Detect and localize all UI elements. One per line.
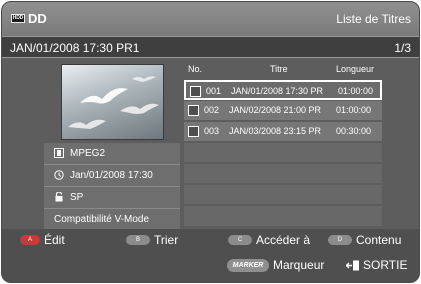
recording-date: Jan/01/2008 17:30 [70,170,153,181]
table-header: No. Titre Longueur [184,62,382,78]
title-bar: HDD DD Liste de Titres [2,2,419,36]
c-key[interactable]: C [228,235,252,245]
exit-icon[interactable] [346,260,360,271]
format-value: MPEG2 [70,148,106,159]
marker-key[interactable]: MARKER [227,259,269,272]
edit-label[interactable]: Édit [44,233,65,247]
hdd-icon: HDD [11,14,25,23]
row-title: JAN/01/2008 17:30 PR [231,86,324,96]
seagull-image [68,76,159,129]
current-datetime-program: JAN/01/2008 17:30 PR1 [10,41,140,55]
format-row: MPEG2 [44,143,180,165]
compat-mode: Compatibilité V-Mode [54,214,150,225]
b-key[interactable]: B [126,235,150,245]
clock-icon [54,170,64,180]
date-row: Jan/01/2008 17:30 [44,165,180,187]
row-title: JAN/02/2008 21:00 PR [229,105,322,115]
column-length: Longueur [336,64,375,74]
title-details-panel: MPEG2 Jan/01/2008 17:30 SP Compatibilité… [44,58,180,231]
row-checkbox[interactable] [188,126,199,137]
title-thumbnail [61,64,164,140]
help-bar: A Édit B Trier C Accéder à D Contenu MAR… [2,229,419,282]
row-length: 00:30:00 [336,126,372,136]
lock-icon [55,192,63,202]
title-list-screen: HDD DD Liste de Titres JAN/01/2008 17:30… [1,1,420,283]
column-no: No. [188,64,203,74]
row-number: 002 [204,105,220,115]
compat-row: Compatibilité V-Mode [44,209,180,231]
empty-row [184,143,382,163]
goto-label[interactable]: Accéder à [256,233,310,247]
row-length: 01:00:00 [336,105,372,115]
table-row[interactable]: 001 JAN/01/2008 17:30 PR 01:00:00 [184,80,382,100]
title-table: No. Titre Longueur 001 JAN/01/2008 17:30… [184,58,382,226]
content-label[interactable]: Contenu [356,233,401,247]
film-icon [54,148,64,158]
quality-row: SP [44,187,180,209]
row-number: 003 [204,126,220,136]
row-title: JAN/03/2008 23:15 PR [229,126,322,136]
empty-row [184,164,382,184]
red-a-key[interactable]: A [20,235,40,245]
info-bar: JAN/01/2008 17:30 PR1 1/3 [2,36,419,58]
sort-label[interactable]: Trier [154,233,178,247]
column-title: Titre [270,64,288,74]
recording-quality: SP [70,192,84,203]
screen-title: Liste de Titres [336,12,411,26]
empty-row [184,185,382,205]
device-title: DD [28,11,47,26]
row-length: 01:00:00 [338,86,374,96]
empty-row [184,206,382,226]
row-checkbox[interactable] [190,86,201,97]
table-row[interactable]: 003 JAN/03/2008 23:15 PR 00:30:00 [184,122,382,142]
table-row[interactable]: 002 JAN/02/2008 21:00 PR 01:00:00 [184,101,382,121]
row-number: 001 [206,86,222,96]
marker-label[interactable]: Marqueur [273,258,324,272]
page-indicator: 1/3 [394,41,411,55]
exit-label[interactable]: SORTIE [363,258,407,272]
row-checkbox[interactable] [188,105,199,116]
d-key[interactable]: D [328,235,352,245]
